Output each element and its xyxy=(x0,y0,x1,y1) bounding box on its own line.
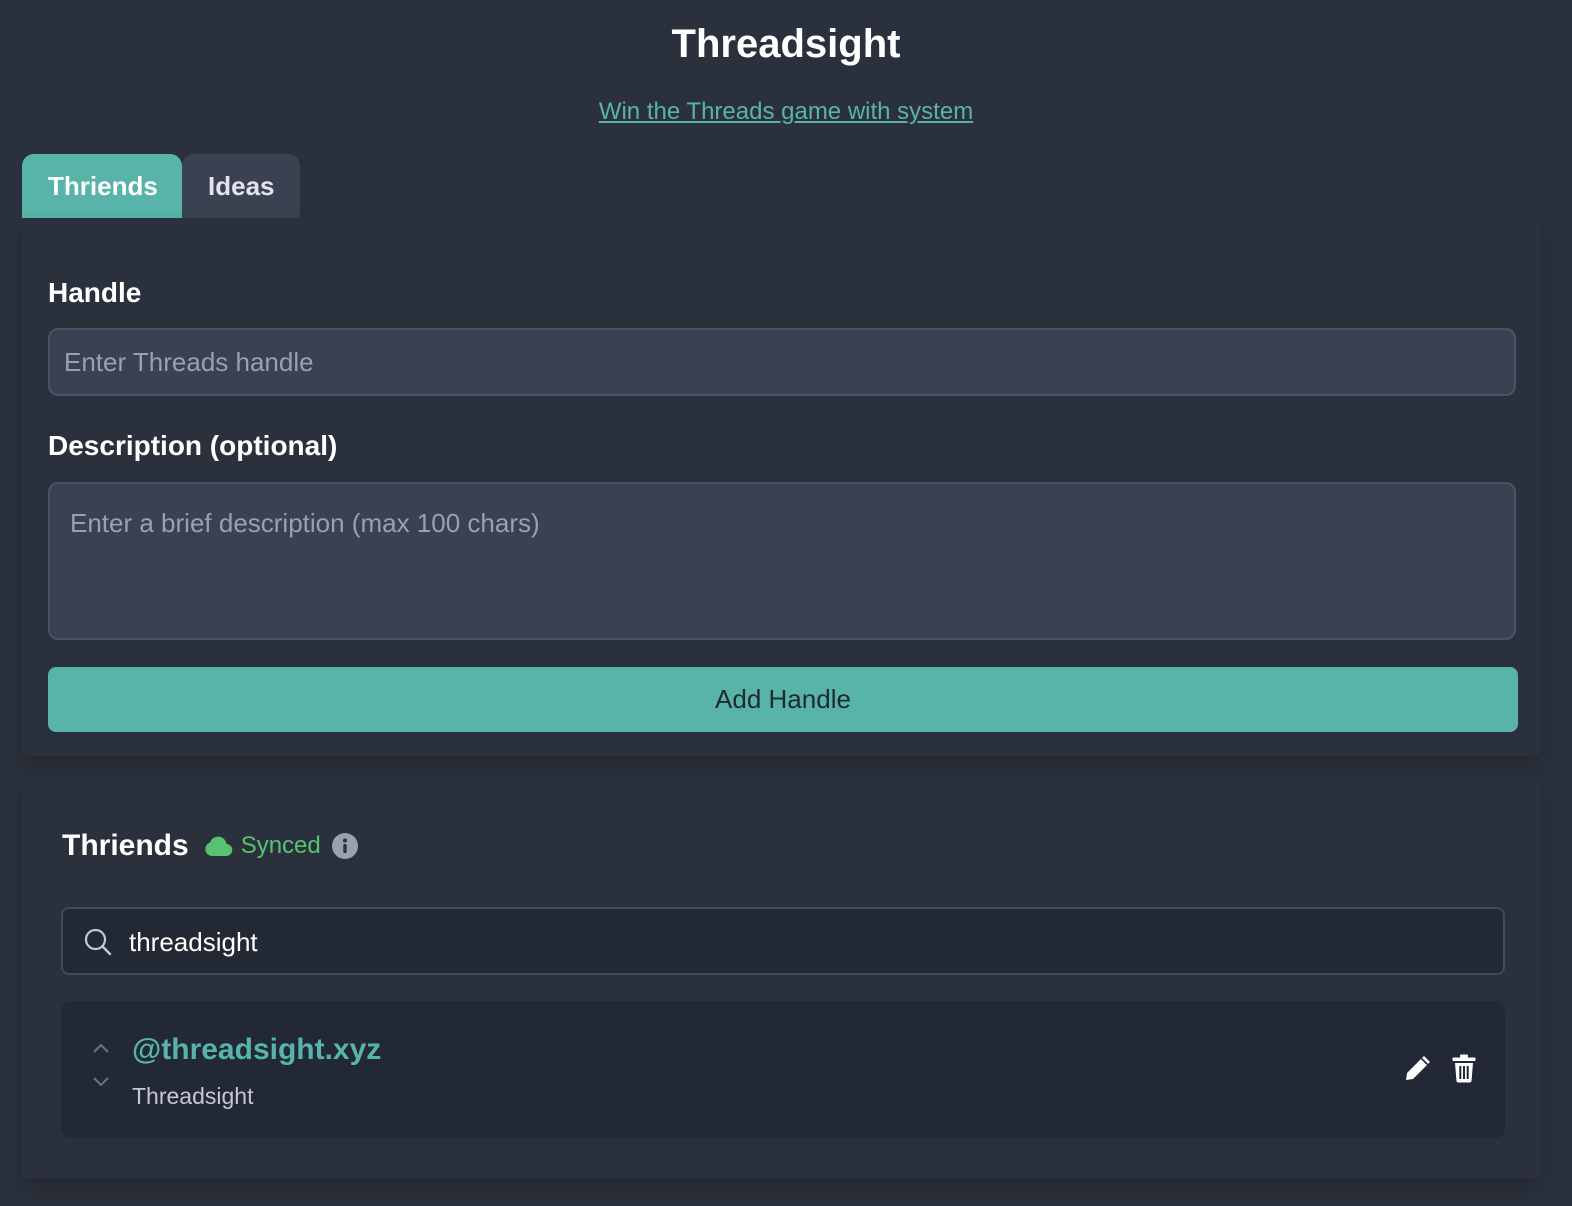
chevron-down-icon[interactable] xyxy=(91,1075,111,1089)
trash-icon[interactable] xyxy=(1451,1053,1477,1083)
search-input[interactable] xyxy=(127,909,1491,975)
tagline-link[interactable]: Win the Threads game with system xyxy=(599,98,973,125)
sync-status-label: Synced xyxy=(240,832,321,859)
list-title: Thriends xyxy=(62,829,189,862)
chevron-up-icon[interactable] xyxy=(91,1041,111,1055)
item-handle[interactable]: @threadsight.xyz xyxy=(132,1031,381,1069)
list-item: @threadsight.xyz Threadsight xyxy=(61,1001,1505,1138)
cloud-icon xyxy=(204,836,232,857)
info-icon[interactable] xyxy=(331,832,359,860)
app-page: Threadsight Win the Threads game with sy… xyxy=(0,0,1572,1206)
tab-bar: Thriends Ideas xyxy=(22,154,300,218)
add-handle-button[interactable]: Add Handle xyxy=(48,667,1518,732)
description-input[interactable] xyxy=(48,482,1516,640)
handle-input[interactable] xyxy=(48,328,1516,396)
sync-status: Synced xyxy=(203,832,321,860)
list-header: Thriends Synced xyxy=(62,826,359,866)
item-actions xyxy=(1385,1053,1477,1083)
reorder-controls xyxy=(91,1041,115,1101)
item-description: Threadsight xyxy=(132,1083,254,1109)
search-box xyxy=(61,907,1505,975)
handle-label: Handle xyxy=(48,277,142,308)
tab-ideas[interactable]: Ideas xyxy=(182,154,300,218)
pencil-icon[interactable] xyxy=(1403,1053,1433,1083)
tagline: Win the Threads game with system xyxy=(0,96,1572,128)
tab-thriends[interactable]: Thriends xyxy=(22,154,182,218)
description-label: Description (optional) xyxy=(48,430,338,461)
app-title: Threadsight xyxy=(671,22,901,66)
search-icon xyxy=(84,928,112,956)
